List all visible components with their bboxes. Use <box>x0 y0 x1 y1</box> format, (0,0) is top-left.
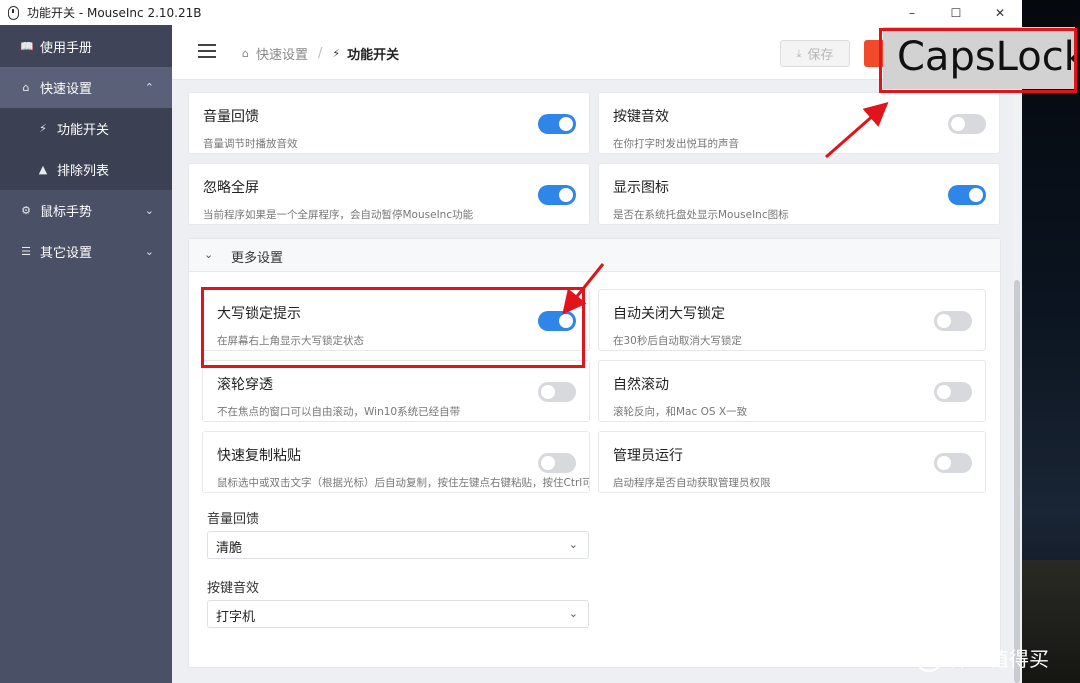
home-icon: ⌂ <box>242 47 249 60</box>
setting-card-key-sound: 按键音效 在你打字时发出悦耳的声音 <box>598 92 1000 154</box>
quick-copy-paste-toggle[interactable] <box>538 453 576 473</box>
highlight-box-capslock-hint <box>201 287 585 368</box>
setting-desc: 启动程序是否自动获取管理员权限 <box>613 477 771 489</box>
mouse-icon <box>8 5 19 20</box>
setting-desc: 滚轮反向，和Mac OS X一致 <box>613 406 748 418</box>
setting-card-run-as-admin: 管理员运行 启动程序是否自动获取管理员权限 <box>598 431 986 493</box>
close-button[interactable]: ✕ <box>978 0 1022 25</box>
sidebar-item-label: 功能开关 <box>57 123 110 138</box>
setting-title: 自动关闭大写锁定 <box>613 306 725 322</box>
save-button[interactable]: ⤓ 保存 <box>780 40 850 67</box>
key-sound-toggle[interactable] <box>948 114 986 134</box>
setting-card-quick-copy-paste: 快速复制粘贴 鼠标选中或双击文字（根据光标）后自动复制，按住左键点右键粘贴，按住… <box>202 431 590 493</box>
window-controls: – ☐ ✕ <box>890 0 1022 25</box>
key-sound-select-label: 按键音效 <box>207 581 260 596</box>
watermark: 值 什么值得买 <box>915 643 1049 672</box>
sidebar-item-quick-settings[interactable]: ⌂ 快速设置 ⌃ <box>0 67 172 108</box>
sidebar-item-mouse-gestures[interactable]: ⚙ 鼠标手势 ⌄ <box>0 190 172 231</box>
volume-feedback-select[interactable]: 清脆 ⌄ <box>207 531 589 559</box>
setting-desc: 鼠标选中或双击文字（根据光标）后自动复制，按住左键点右键粘贴，按住Ctrl可临时… <box>217 477 589 489</box>
breadcrumb-item[interactable]: 快速设置 <box>256 44 308 63</box>
setting-desc: 是否在系统托盘处显示MouseInc图标 <box>613 209 789 221</box>
setting-title: 快速复制粘贴 <box>217 448 301 464</box>
sliders-icon: ☰ <box>21 245 31 258</box>
setting-title: 自然滚动 <box>613 377 669 393</box>
ignore-fullscreen-toggle[interactable] <box>538 185 576 205</box>
breadcrumb: ⌂ 快速设置 / ⚡︎ 功能开关 <box>242 44 399 63</box>
show-icon-toggle[interactable] <box>948 185 986 205</box>
gear-icon: ⚙ <box>21 204 31 217</box>
more-settings-label: 更多设置 <box>231 251 284 266</box>
chevron-down-icon: ⌄ <box>144 245 154 258</box>
home-icon: ⌂ <box>22 81 30 94</box>
setting-card-show-icon: 显示图标 是否在系统托盘处显示MouseInc图标 <box>598 163 1000 225</box>
chevron-down-icon: ⌄ <box>204 248 214 261</box>
setting-title: 按键音效 <box>613 109 669 125</box>
setting-desc: 当前程序如果是一个全屏程序，会自动暂停MouseInc功能 <box>203 209 474 221</box>
volume-feedback-select-label: 音量回馈 <box>207 512 260 527</box>
setting-title: 滚轮穿透 <box>217 377 273 393</box>
setting-desc: 在你打字时发出悦耳的声音 <box>613 138 739 150</box>
highlight-box-capslock-popup <box>879 28 1077 93</box>
sidebar-item-other-settings[interactable]: ☰ 其它设置 ⌄ <box>0 231 172 272</box>
run-as-admin-toggle[interactable] <box>934 453 972 473</box>
key-sound-select[interactable]: 打字机 ⌄ <box>207 600 589 628</box>
sidebar-item-label: 使用手册 <box>40 40 93 56</box>
warning-icon: ▲ <box>38 163 48 176</box>
volume-feedback-toggle[interactable] <box>538 114 576 134</box>
minimize-button[interactable]: – <box>890 0 934 25</box>
sidebar-item-label: 鼠标手势 <box>40 205 93 220</box>
chevron-down-icon: ⌄ <box>568 607 578 620</box>
auto-close-capslock-toggle[interactable] <box>934 311 972 331</box>
sidebar-item-label: 排除列表 <box>57 164 110 179</box>
chevron-down-icon: ⌄ <box>144 204 154 217</box>
bolt-icon: ⚡︎ <box>332 47 341 60</box>
setting-card-volume-feedback: 音量回馈 音量调节时播放音效 <box>188 92 590 154</box>
book-icon: 📖 <box>20 39 34 53</box>
sidebar-item-exclusion-list[interactable]: ▲ 排除列表 <box>0 149 172 190</box>
scrollbar[interactable] <box>1013 80 1022 683</box>
sidebar-item-label: 其它设置 <box>40 246 93 261</box>
setting-desc: 在30秒后自动取消大写锁定 <box>613 335 742 347</box>
sidebar-item-manual[interactable]: 📖 使用手册 <box>0 25 172 67</box>
setting-title: 忽略全屏 <box>203 180 259 196</box>
chevron-down-icon: ⌄ <box>568 538 578 551</box>
setting-title: 管理员运行 <box>613 448 683 464</box>
select-value: 打字机 <box>216 610 256 625</box>
more-settings-header[interactable]: ⌄ 更多设置 <box>189 239 1000 272</box>
scrollbar-thumb[interactable] <box>1014 280 1020 683</box>
window-title: 功能开关 - MouseInc 2.10.21B <box>27 6 202 20</box>
setting-card-auto-close-capslock: 自动关闭大写锁定 在30秒后自动取消大写锁定 <box>598 289 986 351</box>
setting-card-ignore-fullscreen: 忽略全屏 当前程序如果是一个全屏程序，会自动暂停MouseInc功能 <box>188 163 590 225</box>
breadcrumb-current: 功能开关 <box>347 48 400 63</box>
title-bar: 功能开关 - MouseInc 2.10.21B – ☐ ✕ <box>0 0 1022 25</box>
download-icon: ⤓ <box>796 46 802 60</box>
natural-scroll-toggle[interactable] <box>934 382 972 402</box>
breadcrumb-separator: / <box>318 46 323 61</box>
setting-desc: 不在焦点的窗口可以自由滚动，Win10系统已经自带 <box>217 406 461 418</box>
hamburger-menu-button[interactable] <box>198 44 216 58</box>
save-label: 保存 <box>807 48 834 63</box>
bolt-icon: ⚡︎ <box>39 122 47 135</box>
sidebar-item-feature-switches[interactable]: ⚡︎ 功能开关 <box>0 108 172 149</box>
chevron-up-icon: ⌃ <box>144 81 154 94</box>
watermark-logo-icon: 值 <box>915 643 943 672</box>
watermark-text: 什么值得买 <box>949 647 1049 671</box>
sidebar-item-label: 快速设置 <box>40 82 93 97</box>
setting-desc: 音量调节时播放音效 <box>203 138 298 150</box>
setting-title: 显示图标 <box>613 180 669 196</box>
select-value: 清脆 <box>216 541 243 556</box>
maximize-button[interactable]: ☐ <box>934 0 978 25</box>
setting-card-natural-scroll: 自然滚动 滚轮反向，和Mac OS X一致 <box>598 360 986 422</box>
wheel-through-toggle[interactable] <box>538 382 576 402</box>
setting-title: 音量回馈 <box>203 109 259 125</box>
sidebar: 📖 使用手册 ⌂ 快速设置 ⌃ ⚡︎ 功能开关 ▲ 排除列表 ⚙ 鼠标手势 ⌄ … <box>0 25 172 683</box>
setting-card-wheel-through: 滚轮穿透 不在焦点的窗口可以自由滚动，Win10系统已经自带 <box>202 360 590 422</box>
